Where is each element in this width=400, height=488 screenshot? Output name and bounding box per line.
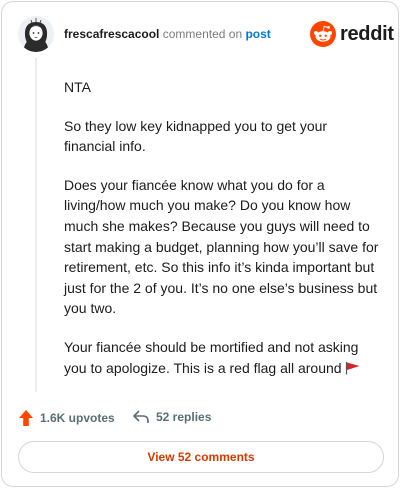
reddit-snoo-icon <box>310 21 336 47</box>
comment-header: frescafrescacool commented on post reddi… <box>2 2 400 64</box>
user-avatar[interactable] <box>18 16 54 52</box>
upvotes-stat[interactable]: 1.6K upvotes <box>18 409 115 427</box>
comment-author[interactable]: frescafrescacool <box>64 27 159 41</box>
thread-line <box>35 58 37 392</box>
red-flag-icon <box>346 361 360 375</box>
view-comments-button[interactable]: View 52 comments <box>18 441 384 473</box>
comment-footer: 1.6K upvotes 52 replies <box>2 404 400 432</box>
replies-stat[interactable]: 52 replies <box>132 409 211 425</box>
comment-body: NTA So they low key kidnapped you to get… <box>64 77 382 396</box>
comment-action-text: commented on <box>162 27 243 41</box>
comment-card: frescafrescacool commented on post reddi… <box>1 1 399 487</box>
upvote-arrow-icon <box>19 410 33 426</box>
reply-arrow-icon <box>133 410 149 423</box>
post-link[interactable]: post <box>245 27 270 41</box>
comment-paragraph-2: So they low key kidnapped you to get you… <box>64 117 328 155</box>
comment-paragraph-4: Your fiancée should be mortified and not… <box>64 337 382 378</box>
comment-paragraph-1: NTA <box>64 79 91 95</box>
comment-paragraph-4-text: Your fiancée should be mortified and not… <box>64 338 359 376</box>
comment-paragraph-3: Does your fiancée know what you do for a… <box>64 176 379 317</box>
comment-meta: frescafrescacool commented on post <box>64 27 271 41</box>
upvotes-count: 1.6K upvotes <box>40 411 115 425</box>
replies-count: 52 replies <box>156 410 212 424</box>
reddit-logo[interactable]: reddit <box>310 20 394 48</box>
reddit-wordmark: reddit <box>340 22 394 45</box>
avatar-illustration-icon <box>18 16 54 52</box>
